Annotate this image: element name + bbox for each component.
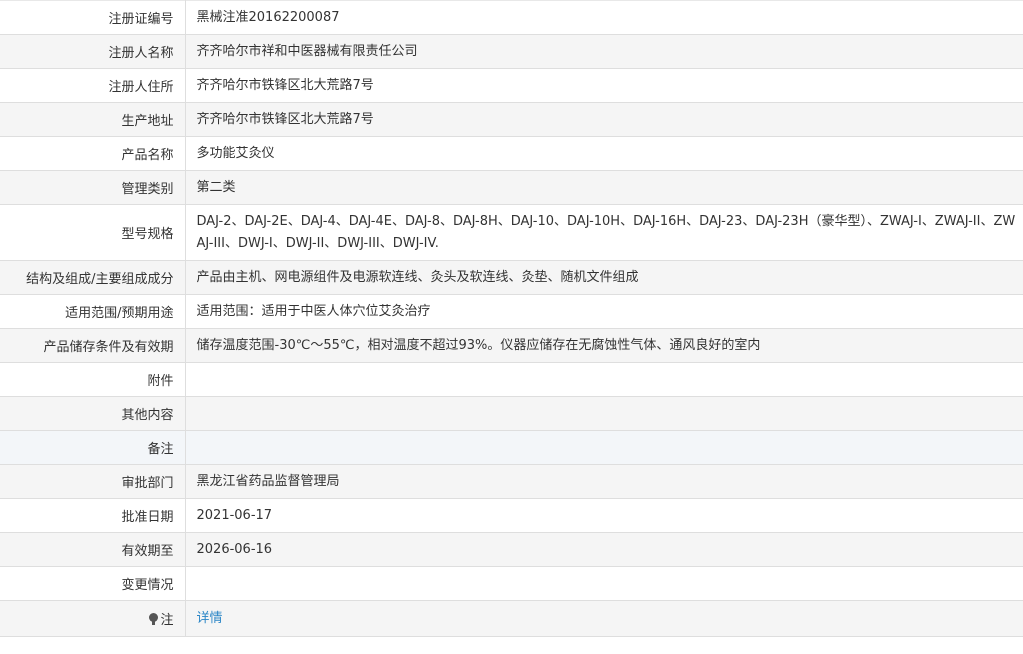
row-expiry-date: 有效期至 2026-06-16 [0, 532, 1023, 567]
row-change-info: 变更情况 [0, 566, 1023, 601]
row-attachment: 附件 [0, 362, 1023, 397]
label-registration-number: 注册证编号 [0, 0, 186, 35]
label-remarks: 备注 [0, 430, 186, 465]
value-model-spec: DAJ-2、DAJ-2E、DAJ-4、DAJ-4E、DAJ-8、DAJ-8H、D… [196, 213, 1016, 251]
label-model-spec: 型号规格 [0, 204, 186, 261]
row-production-address: 生产地址 齐齐哈尔市铁锋区北大荒路7号 [0, 102, 1023, 137]
value-production-address: 齐齐哈尔市铁锋区北大荒路7号 [185, 102, 1023, 137]
row-management-category: 管理类别 第二类 [0, 170, 1023, 205]
row-remarks: 备注 [0, 430, 1023, 465]
row-registrant-name: 注册人名称 齐齐哈尔市祥和中医器械有限责任公司 [0, 34, 1023, 69]
label-registrant-name: 注册人名称 [0, 34, 186, 69]
note-label: 注 [160, 613, 174, 628]
label-product-name: 产品名称 [0, 136, 186, 171]
value-structure-composition: 产品由主机、网电源组件及电源软连线、灸头及软连线、灸垫、随机文件组成 [185, 260, 1023, 295]
row-note: 注 详情 [0, 600, 1023, 637]
label-production-address: 生产地址 [0, 102, 186, 137]
value-approval-date: 2021-06-17 [196, 507, 273, 523]
registration-detail-table: 注册证编号 黑械注准20162200087 注册人名称 齐齐哈尔市祥和中医器械有… [0, 0, 1023, 637]
value-remarks [185, 430, 1023, 465]
row-approval-date: 批准日期 2021-06-17 [0, 498, 1023, 533]
value-expiry-date: 2026-06-16 [185, 532, 1023, 567]
value-management-category: 第二类 [185, 170, 1023, 205]
value-registrant-name: 齐齐哈尔市祥和中医器械有限责任公司 [185, 34, 1023, 69]
pin-icon [149, 613, 159, 626]
value-product-name: 多功能艾灸仪 [196, 145, 275, 161]
row-model-spec: 型号规格 DAJ-2、DAJ-2E、DAJ-4、DAJ-4E、DAJ-8、DAJ… [0, 204, 1023, 261]
label-expiry-date: 有效期至 [0, 532, 186, 567]
label-note: 注 [0, 600, 186, 637]
row-registration-number: 注册证编号 黑械注准20162200087 [0, 0, 1023, 35]
label-structure-composition: 结构及组成/主要组成成分 [0, 260, 186, 295]
row-product-name: 产品名称 多功能艾灸仪 [0, 136, 1023, 171]
row-intended-use: 适用范围/预期用途 适用范围：适用于中医人体穴位艾灸治疗 [0, 294, 1023, 329]
row-storage-validity: 产品储存条件及有效期 储存温度范围-30℃～55℃，相对温度不超过93%。仪器应… [0, 328, 1023, 363]
value-intended-use: 适用范围：适用于中医人体穴位艾灸治疗 [196, 303, 431, 319]
label-management-category: 管理类别 [0, 170, 186, 205]
label-approval-date: 批准日期 [0, 498, 186, 533]
value-registration-number: 黑械注准20162200087 [196, 9, 340, 25]
value-note: 详情 [185, 600, 1023, 637]
row-registrant-address: 注册人住所 齐齐哈尔市铁锋区北大荒路7号 [0, 68, 1023, 103]
details-link[interactable]: 详情 [197, 611, 223, 626]
value-change-info [185, 567, 1023, 601]
value-approval-department: 黑龙江省药品监督管理局 [185, 464, 1023, 499]
label-intended-use: 适用范围/预期用途 [0, 294, 186, 329]
row-other-content: 其他内容 [0, 396, 1023, 431]
value-storage-validity: 储存温度范围-30℃～55℃，相对温度不超过93%。仪器应储存在无腐蚀性气体、通… [185, 328, 1023, 363]
value-attachment [185, 363, 1023, 397]
label-other-content: 其他内容 [0, 396, 186, 431]
row-approval-department: 审批部门 黑龙江省药品监督管理局 [0, 464, 1023, 499]
label-registrant-address: 注册人住所 [0, 68, 186, 103]
label-attachment: 附件 [0, 362, 186, 397]
label-change-info: 变更情况 [0, 566, 186, 601]
row-structure-composition: 结构及组成/主要组成成分 产品由主机、网电源组件及电源软连线、灸头及软连线、灸垫… [0, 260, 1023, 295]
value-other-content [185, 396, 1023, 431]
label-storage-validity: 产品储存条件及有效期 [0, 328, 186, 363]
label-approval-department: 审批部门 [0, 464, 186, 499]
value-registrant-address: 齐齐哈尔市铁锋区北大荒路7号 [196, 77, 374, 93]
